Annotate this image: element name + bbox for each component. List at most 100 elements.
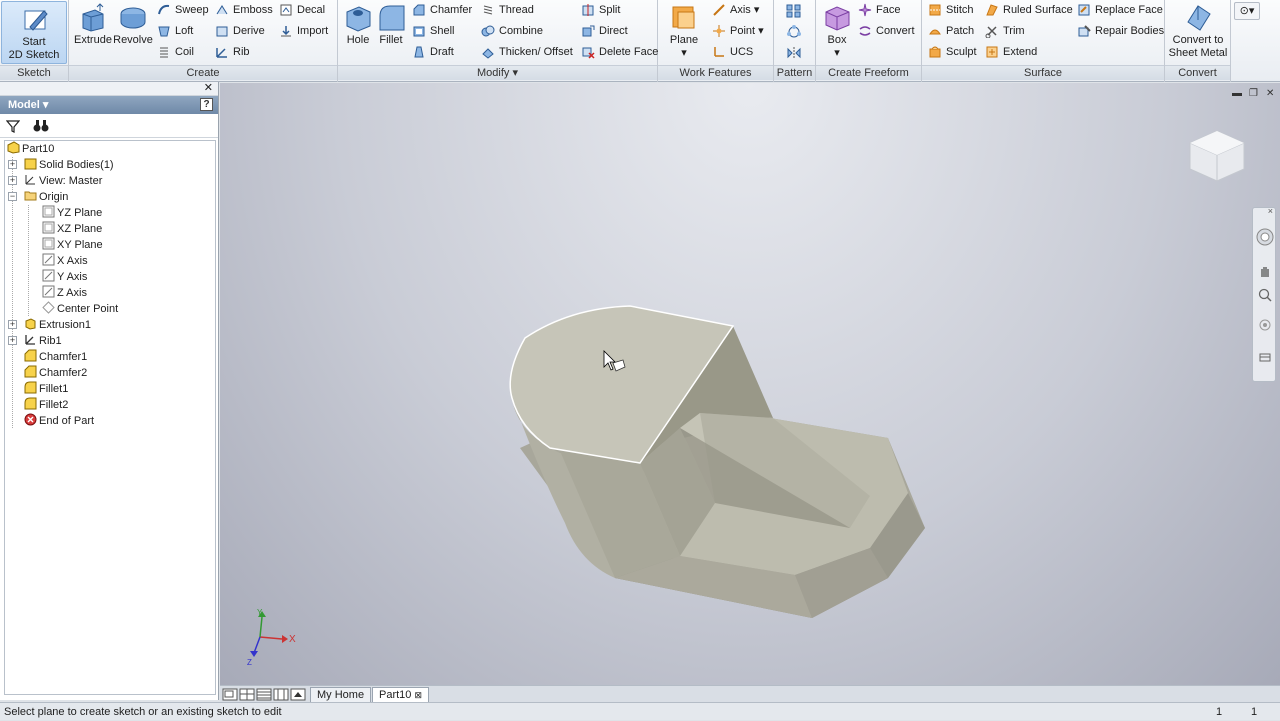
rib-button[interactable]: Rib <box>215 42 250 62</box>
ribbon-options-button[interactable]: ⊙▾ <box>1234 2 1260 20</box>
sculpt-label: Sculpt <box>946 46 977 58</box>
replace-face-button[interactable]: Replace Face <box>1077 0 1163 20</box>
tree-node-chamfer2[interactable]: Chamfer2 <box>24 365 87 381</box>
delete-face-button[interactable]: Delete Face <box>581 42 658 62</box>
tree-node-xy-plane[interactable]: XY Plane <box>42 237 103 253</box>
emboss-button[interactable]: Emboss <box>215 0 273 20</box>
tree-node-center-point[interactable]: Center Point <box>42 301 118 317</box>
extend-button[interactable]: Extend <box>985 42 1037 62</box>
part-model[interactable] <box>220 83 1280 685</box>
extrude-button[interactable]: Extrude <box>71 2 115 60</box>
convert-to-sheet-metal-button[interactable]: Convert to Sheet Metal <box>1167 2 1229 60</box>
mirror-icon[interactable] <box>786 46 802 60</box>
tree-node-xz-plane[interactable]: XZ Plane <box>42 221 102 237</box>
tree-node-origin[interactable]: Origin <box>24 189 68 205</box>
revolve-button[interactable]: Revolve <box>113 2 153 60</box>
box-button[interactable]: Box ▾ <box>818 2 856 60</box>
ucs-button[interactable]: UCS <box>712 42 753 62</box>
thicken-offset-button[interactable]: Thicken/ Offset <box>481 42 573 62</box>
hole-button[interactable]: Hole <box>340 2 376 60</box>
tree-node-part10[interactable]: Part10 <box>7 141 54 157</box>
sweep-button[interactable]: Sweep <box>157 0 209 20</box>
tree-node-yz-plane[interactable]: YZ Plane <box>42 205 102 221</box>
tree-node-extrusion1[interactable]: Extrusion1 <box>24 317 91 333</box>
convert-freeform-button[interactable]: Convert <box>858 21 915 41</box>
tree-node-view-master[interactable]: View: Master <box>24 173 102 189</box>
plane-button[interactable]: Plane ▾ <box>664 2 704 60</box>
stitch-button[interactable]: Stitch <box>928 0 974 20</box>
collapse-origin[interactable]: − <box>8 192 17 201</box>
expand-rib1[interactable]: + <box>8 336 17 345</box>
trim-button[interactable]: Trim <box>985 21 1025 41</box>
patch-button[interactable]: Patch <box>928 21 974 41</box>
browser-title[interactable]: Model <box>8 99 40 111</box>
expand-solid-bodies[interactable]: + <box>8 160 17 169</box>
thread-icon <box>483 5 493 15</box>
orbit-icon[interactable] <box>1258 318 1272 332</box>
expand-view[interactable]: + <box>8 176 17 185</box>
coil-button[interactable]: Coil <box>157 42 194 62</box>
emboss-icon <box>216 5 228 15</box>
close-icon[interactable]: ✕ <box>1266 88 1274 99</box>
combine-button[interactable]: Combine <box>481 21 543 41</box>
draft-button[interactable]: Draft <box>412 42 454 62</box>
pan-icon[interactable] <box>1258 264 1272 278</box>
expand-extrusion1[interactable]: + <box>8 320 17 329</box>
tree-node-solid-bodies[interactable]: Solid Bodies(1) <box>24 157 114 173</box>
folder-icon <box>24 191 37 201</box>
extrude-icon <box>82 3 104 32</box>
repair-bodies-button[interactable]: Repair Bodies <box>1077 21 1164 41</box>
restore-icon[interactable]: ❐ <box>1249 88 1258 99</box>
fillet-button[interactable]: Fillet <box>374 2 408 60</box>
tree-node-rib1[interactable]: Rib1 <box>24 333 62 349</box>
close-navbar-icon[interactable]: × <box>1268 206 1273 216</box>
find-binoculars-icon[interactable] <box>33 119 49 133</box>
delete-face-icon <box>582 47 595 59</box>
thread-button[interactable]: Thread <box>481 0 534 20</box>
decal-button[interactable]: Decal <box>279 0 325 20</box>
ruled-surface-button[interactable]: Ruled Surface <box>985 0 1073 20</box>
view-cube[interactable] <box>1182 121 1252 191</box>
browser-dropdown-icon[interactable]: ▾ <box>43 99 49 111</box>
chamfer-button[interactable]: Chamfer <box>412 0 472 20</box>
import-button[interactable]: Import <box>279 21 328 41</box>
zoom-icon[interactable] <box>1258 288 1272 302</box>
tree-node-chamfer1[interactable]: Chamfer1 <box>24 349 87 365</box>
axis-icon <box>42 285 55 298</box>
chamfer-icon <box>24 365 37 378</box>
graphics-viewport[interactable]: X Y Z × <box>220 83 1280 685</box>
tree-node-end-of-part[interactable]: End of Part <box>24 413 94 429</box>
sculpt-button[interactable]: Sculpt <box>928 42 977 62</box>
point-button[interactable]: Point ▾ <box>712 21 764 41</box>
window-layout-icons[interactable] <box>222 688 310 701</box>
minimize-icon[interactable]: ▬ <box>1232 88 1242 99</box>
filter-icon[interactable] <box>6 119 20 133</box>
convert-panel-title: Convert <box>1165 65 1230 80</box>
face-button[interactable]: Face <box>858 0 900 20</box>
tree-node-y-axis[interactable]: Y Axis <box>42 269 87 285</box>
help-icon[interactable]: ? <box>200 98 213 111</box>
start-2d-sketch-button[interactable]: Start 2D Sketch <box>1 1 67 64</box>
close-browser-icon[interactable]: ✕ <box>204 81 213 94</box>
tree-label: Rib1 <box>39 335 62 347</box>
shell-button[interactable]: Shell <box>412 21 454 41</box>
derive-button[interactable]: Derive <box>215 21 265 41</box>
fillet-icon <box>379 5 405 31</box>
tab-my-home[interactable]: My Home <box>310 687 372 702</box>
sketch-icon <box>24 10 48 31</box>
axis-button[interactable]: Axis ▾ <box>712 0 759 20</box>
circular-pattern-icon[interactable] <box>786 25 802 39</box>
look-at-icon[interactable] <box>1258 350 1272 364</box>
tree-node-z-axis[interactable]: Z Axis <box>42 285 87 301</box>
split-button[interactable]: Split <box>581 0 620 20</box>
tree-node-fillet2[interactable]: Fillet2 <box>24 397 68 413</box>
tab-part10[interactable]: Part10 ⊠ <box>372 687 430 702</box>
close-tab-icon[interactable]: ⊠ <box>414 690 422 700</box>
tree-node-x-axis[interactable]: X Axis <box>42 253 88 269</box>
direct-button[interactable]: Direct <box>581 21 628 41</box>
loft-button[interactable]: Loft <box>157 21 193 41</box>
steering-wheel-icon[interactable] <box>1256 228 1274 246</box>
rectangular-pattern-icon[interactable] <box>786 4 802 18</box>
modify-panel-title[interactable]: Modify ▾ <box>338 65 657 80</box>
tree-node-fillet1[interactable]: Fillet1 <box>24 381 68 397</box>
